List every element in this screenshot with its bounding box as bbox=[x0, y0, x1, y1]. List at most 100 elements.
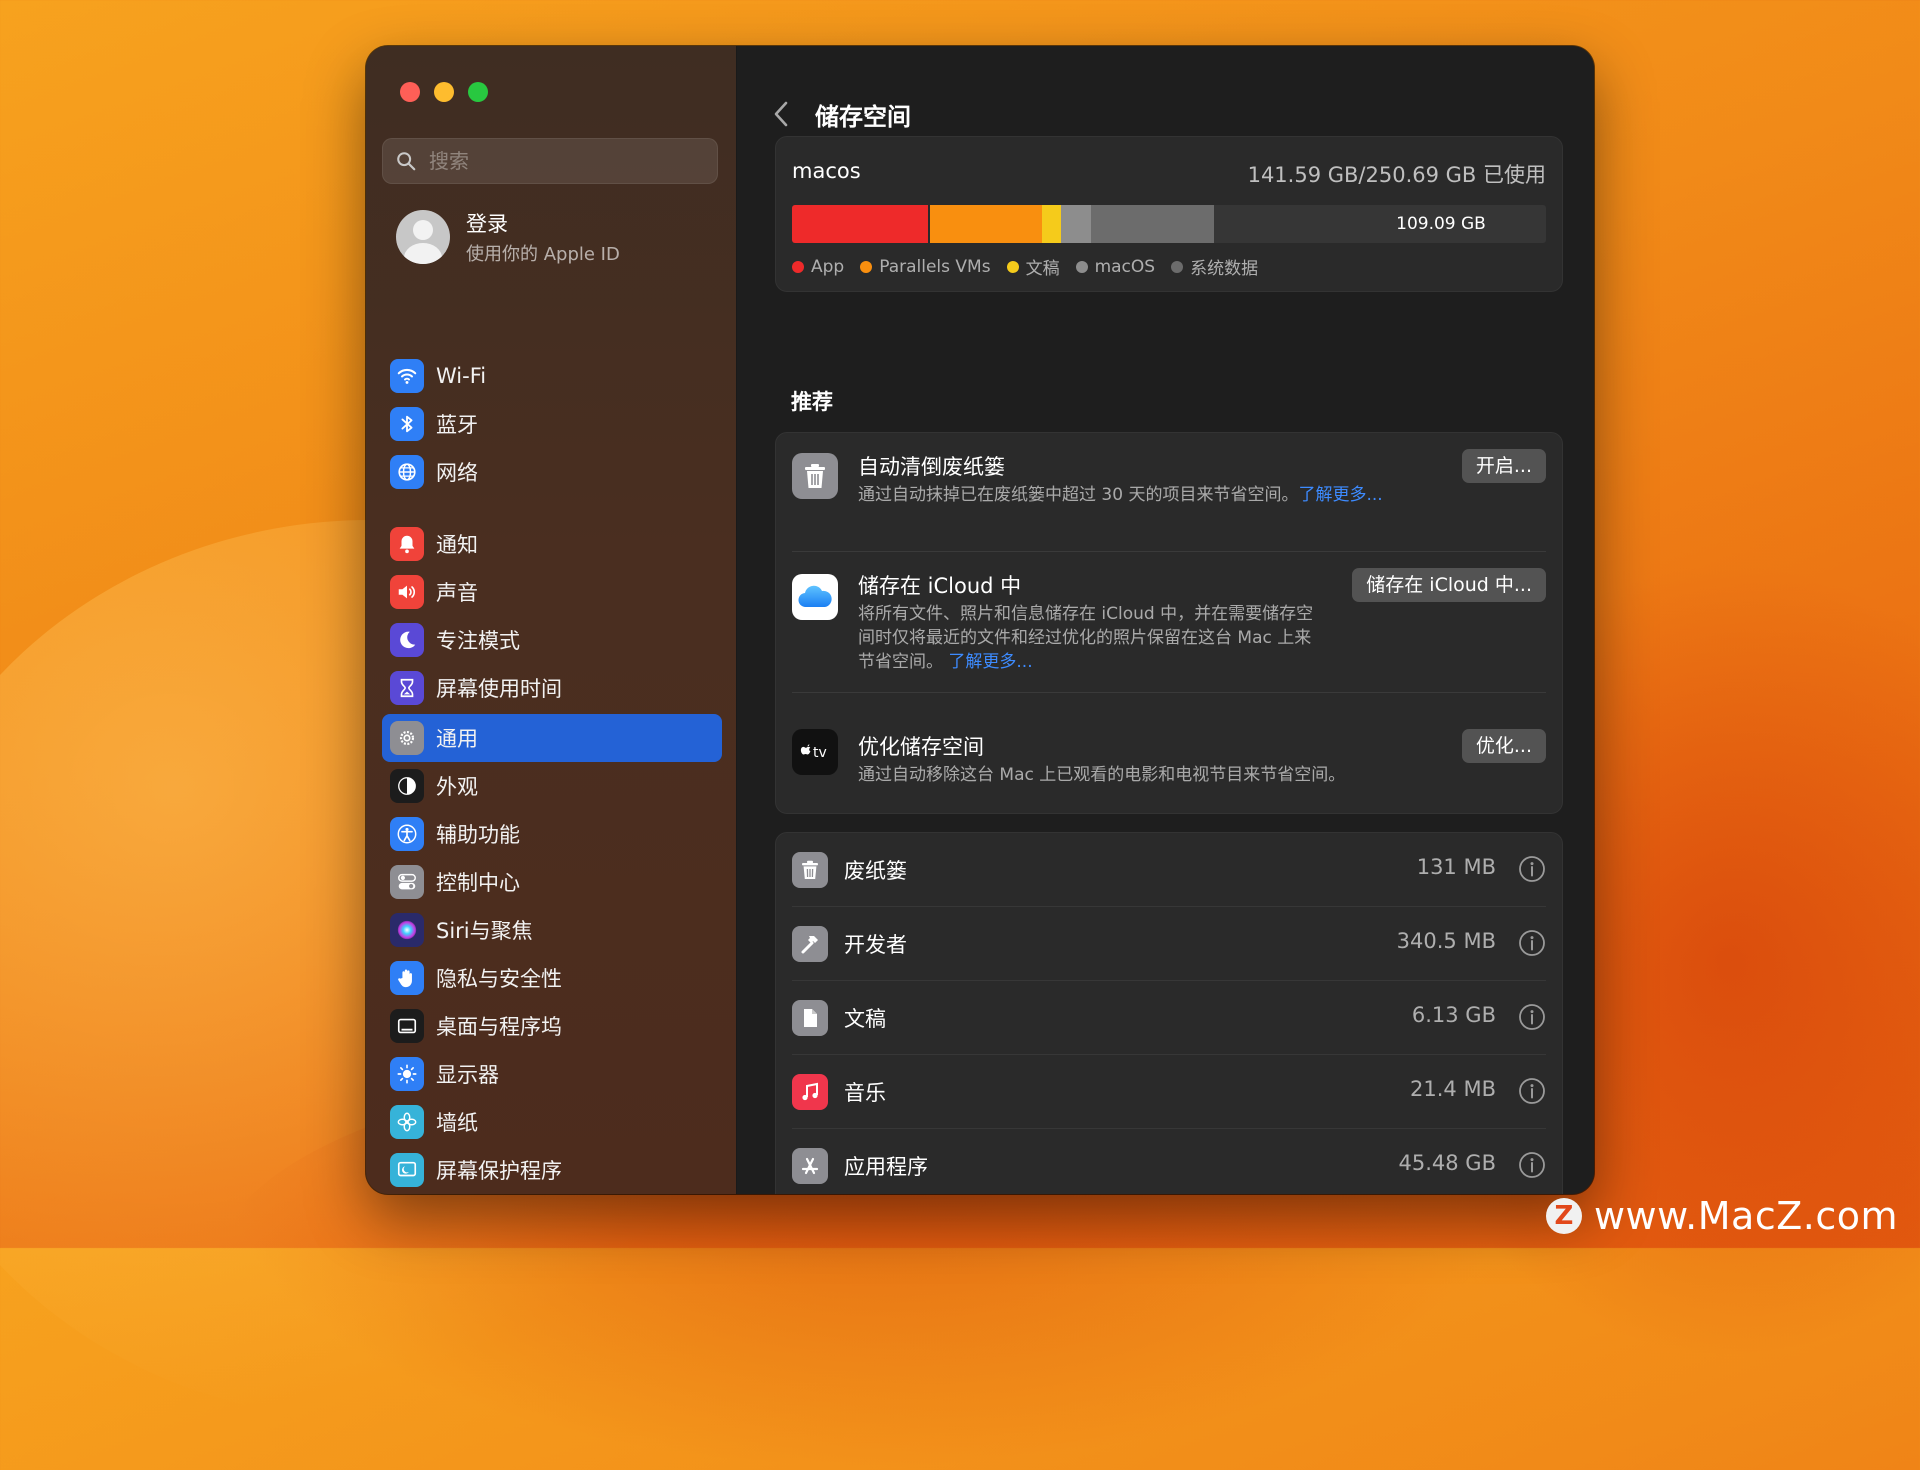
sidebar-item-hand[interactable]: 隐私与安全性 bbox=[382, 954, 722, 1002]
chevron-left-icon bbox=[773, 100, 789, 128]
sidebar-item-sun[interactable]: 显示器 bbox=[382, 1050, 722, 1098]
sidebar-item-label: 声音 bbox=[436, 577, 478, 607]
sidebar-group: 通用外观辅助功能控制中心 Siri与聚焦隐私与安全性 bbox=[382, 714, 722, 1002]
info-icon[interactable] bbox=[1518, 929, 1546, 957]
storage-bar-segment[interactable] bbox=[1089, 205, 1214, 243]
recommendation-desc: 将所有文件、照片和信息储存在 iCloud 中，并在需要储存空间时仅将最近的文件… bbox=[858, 602, 1316, 674]
legend-item: Parallels VMs bbox=[860, 254, 990, 279]
sidebar-item-flower[interactable]: 墙纸 bbox=[382, 1098, 722, 1146]
info-icon[interactable] bbox=[1518, 1151, 1546, 1179]
toolbar: 储存空间 bbox=[737, 92, 911, 136]
category-size: 340.5 MB bbox=[1397, 929, 1496, 953]
moon-icon bbox=[390, 623, 424, 657]
search-field[interactable] bbox=[382, 138, 718, 184]
avatar bbox=[396, 210, 450, 264]
minimize-button[interactable] bbox=[434, 82, 454, 102]
sidebar-item-label: 控制中心 bbox=[436, 867, 520, 897]
zoom-button[interactable] bbox=[468, 82, 488, 102]
storage-category-row[interactable]: 音乐21.4 MB bbox=[776, 1055, 1562, 1129]
sidebar-item-label: 专注模式 bbox=[436, 625, 520, 655]
sidebar-item-label: 显示器 bbox=[436, 1059, 499, 1089]
account-title: 登录 bbox=[466, 208, 620, 238]
back-button[interactable] bbox=[767, 96, 795, 132]
sidebar-item-speaker[interactable]: 声音 bbox=[382, 568, 722, 616]
sidebar-group: 通知声音专注模式屏幕使用时间 bbox=[382, 520, 722, 712]
legend-dot bbox=[792, 261, 804, 273]
sidebar-item-bell[interactable]: 通知 bbox=[382, 520, 722, 568]
legend-label: Parallels VMs bbox=[879, 257, 990, 277]
storage-category-row[interactable]: 应用程序 45.48 GB bbox=[776, 1129, 1562, 1194]
sidebar-item-appearance[interactable]: 外观 bbox=[382, 762, 722, 810]
storage-bar-segment[interactable] bbox=[928, 205, 1042, 243]
sidebar-item-gear[interactable]: 通用 bbox=[382, 714, 722, 762]
disk-name: macos bbox=[792, 159, 861, 183]
watermark-text: www.MacZ.com bbox=[1594, 1194, 1898, 1238]
store-in-icloud-button[interactable]: 储存在 iCloud 中... bbox=[1352, 568, 1546, 602]
dock-icon bbox=[390, 1009, 424, 1043]
info-icon[interactable] bbox=[1518, 855, 1546, 883]
sidebar-item-moon[interactable]: 专注模式 bbox=[382, 616, 722, 664]
storage-bar-segment[interactable] bbox=[1040, 205, 1061, 243]
storage-category-row[interactable]: 开发者340.5 MB bbox=[776, 907, 1562, 981]
apple-id-account[interactable]: 登录 使用你的 Apple ID bbox=[396, 208, 620, 266]
sidebar-item-label: 辅助功能 bbox=[436, 819, 520, 849]
sidebar-item-screensaver[interactable]: 屏幕保护程序 bbox=[382, 1146, 722, 1194]
recommendation-desc: 通过自动移除这台 Mac 上已观看的电影和电视节目来节省空间。 bbox=[858, 763, 1418, 787]
globe-icon bbox=[390, 455, 424, 489]
sidebar-item-label: 隐私与安全性 bbox=[436, 963, 562, 993]
apple-tv-icon: tv bbox=[792, 729, 838, 775]
recommend-heading: 推荐 bbox=[791, 386, 833, 416]
page-title: 储存空间 bbox=[815, 97, 911, 132]
recommendation-desc: 通过自动抹掉已在废纸篓中超过 30 天的项目来节省空间。了解更多... bbox=[858, 483, 1398, 507]
legend-dot bbox=[860, 261, 872, 273]
search-input[interactable] bbox=[427, 148, 701, 174]
document-icon bbox=[792, 1000, 828, 1036]
category-name: 应用程序 bbox=[844, 1151, 928, 1181]
sidebar-group: Wi-Fi 蓝牙网络 bbox=[382, 352, 722, 496]
music-icon bbox=[792, 1074, 828, 1110]
main-pane: 储存空间 macos 141.59 GB/250.69 GB 已使用 109.0… bbox=[737, 46, 1594, 1194]
storage-bar-segment[interactable] bbox=[1059, 205, 1091, 243]
info-icon[interactable] bbox=[1518, 1077, 1546, 1105]
sidebar-item-wifi[interactable]: Wi-Fi bbox=[382, 352, 722, 400]
sidebar-item-accessibility[interactable]: 辅助功能 bbox=[382, 810, 722, 858]
storage-bar: 109.09 GB bbox=[792, 205, 1546, 243]
info-icon[interactable] bbox=[1518, 1003, 1546, 1031]
category-name: 文稿 bbox=[844, 1003, 886, 1033]
sidebar-item-globe[interactable]: 网络 bbox=[382, 448, 722, 496]
optimize-button[interactable]: 优化... bbox=[1462, 729, 1546, 763]
sidebar-item-siri[interactable]: Siri与聚焦 bbox=[382, 906, 722, 954]
recommendation-title: 优化储存空间 bbox=[858, 731, 984, 761]
app-store-icon bbox=[792, 1148, 828, 1184]
trash-icon bbox=[792, 852, 828, 888]
learn-more-link[interactable]: 了解更多... bbox=[1298, 485, 1382, 505]
legend-item: macOS bbox=[1076, 254, 1156, 279]
sidebar-item-bluetooth[interactable]: 蓝牙 bbox=[382, 400, 722, 448]
sidebar-item-label: 通知 bbox=[436, 529, 478, 559]
storage-category-row[interactable]: 废纸篓131 MB bbox=[776, 833, 1562, 907]
legend-label: App bbox=[811, 257, 844, 277]
enable-auto-empty-button[interactable]: 开启... bbox=[1462, 449, 1546, 483]
toggles-icon bbox=[390, 865, 424, 899]
sidebar-item-label: Wi-Fi bbox=[436, 364, 486, 388]
sun-icon bbox=[390, 1057, 424, 1091]
sidebar-item-hourglass[interactable]: 屏幕使用时间 bbox=[382, 664, 722, 712]
siri-icon bbox=[390, 913, 424, 947]
sidebar-item-toggles[interactable]: 控制中心 bbox=[382, 858, 722, 906]
storage-bar-segment[interactable] bbox=[792, 205, 928, 243]
category-size: 6.13 GB bbox=[1412, 1003, 1496, 1027]
gear-icon bbox=[390, 721, 424, 755]
wifi-icon bbox=[390, 359, 424, 393]
sidebar-item-label: 屏幕使用时间 bbox=[436, 673, 562, 703]
sidebar-item-label: 桌面与程序坞 bbox=[436, 1011, 562, 1041]
sidebar-item-dock[interactable]: 桌面与程序坞 bbox=[382, 1002, 722, 1050]
legend-dot bbox=[1171, 261, 1183, 273]
learn-more-link[interactable]: 了解更多... bbox=[948, 652, 1032, 672]
recommendation-title: 自动清倒废纸篓 bbox=[858, 451, 1005, 481]
sidebar-item-label: 通用 bbox=[436, 723, 478, 753]
category-size: 45.48 GB bbox=[1399, 1151, 1496, 1175]
storage-category-row[interactable]: 文稿 6.13 GB bbox=[776, 981, 1562, 1055]
search-icon bbox=[395, 150, 417, 172]
close-button[interactable] bbox=[400, 82, 420, 102]
screensaver-icon bbox=[390, 1153, 424, 1187]
